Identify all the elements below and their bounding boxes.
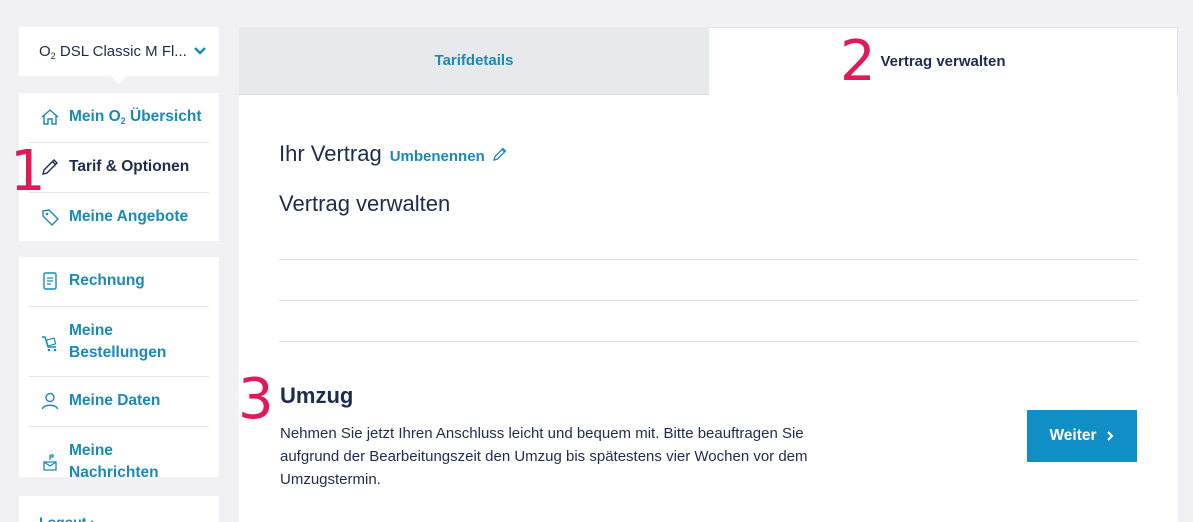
contract-label: O2 DSL Classic M Fl... (39, 42, 187, 61)
logout-link[interactable]: Logout › (19, 496, 219, 522)
cart-icon (42, 336, 57, 352)
document-icon (43, 272, 57, 290)
sidebar-item-label: Meine Daten (69, 392, 161, 409)
weiter-button-label: Weiter (1049, 427, 1097, 444)
annotation-three: 3 (238, 367, 274, 432)
sidebar-item-label: Tarif & Optionen (69, 158, 190, 175)
sidebar-item-messages[interactable]: Meine Nachrichten (29, 427, 209, 497)
sidebar-item-tarif[interactable]: Tarif & Optionen (29, 143, 209, 193)
sidebar-item-label: Meine Angebote (69, 208, 189, 225)
sidebar-item-label: Meine Nachrichten (69, 442, 159, 481)
tab-bar: Tarifdetails Vertrag verwalten (239, 27, 1178, 95)
sidebar-item-data[interactable]: Meine Daten (29, 377, 209, 427)
sidebar-item-orders[interactable]: Meine Bestellungen (29, 307, 209, 377)
annotation-one: 1 (10, 139, 46, 204)
divider (279, 341, 1138, 342)
divider (279, 259, 1138, 260)
rename-link[interactable]: Umbenennen (390, 148, 485, 165)
contract-selector[interactable]: O2 DSL Classic M Fl... (19, 27, 219, 76)
home-icon (41, 109, 59, 125)
sidebar-item-offers[interactable]: Meine Angebote (29, 193, 209, 243)
mailbox-icon (43, 454, 57, 471)
divider (279, 300, 1138, 301)
pencil-icon[interactable] (491, 145, 509, 163)
contract-header: Ihr Vertrag Umbenennen (279, 141, 509, 167)
tag-icon (42, 209, 59, 226)
sidebar-item-invoice[interactable]: Rechnung (29, 257, 209, 307)
umzug-description: Nehmen Sie jetzt Ihren Anschluss leicht … (280, 425, 808, 488)
selector-notch (111, 76, 127, 84)
umzug-title: Umzug (280, 383, 354, 408)
tab-vertrag-verwalten[interactable]: Vertrag verwalten (709, 27, 1178, 95)
chevron-right-icon (1106, 431, 1113, 441)
annotation-two: 2 (840, 29, 876, 94)
sidebar-primary-nav: Mein O2 Übersicht Tarif & Optionen Meine… (19, 93, 219, 241)
sidebar-item-overview[interactable]: Mein O2 Übersicht (29, 93, 209, 143)
sidebar-item-label: Mein O2 Übersicht (69, 108, 202, 126)
sidebar-secondary-nav: Rechnung Meine Bestellungen Meine Daten M… (19, 257, 219, 481)
chevron-down-icon (194, 47, 206, 55)
contract-title: Ihr Vertrag (279, 141, 382, 166)
main-panel: Ihr Vertrag Umbenennen Vertrag verwalten… (239, 95, 1178, 522)
tab-tarifdetails[interactable]: Tarifdetails (239, 27, 709, 95)
user-icon (41, 392, 59, 410)
sidebar-item-label: Rechnung (69, 272, 145, 289)
section-title: Vertrag verwalten (279, 191, 451, 216)
sidebar-item-label: Meine Bestellungen (69, 322, 167, 361)
weiter-button[interactable]: Weiter (1027, 410, 1137, 462)
